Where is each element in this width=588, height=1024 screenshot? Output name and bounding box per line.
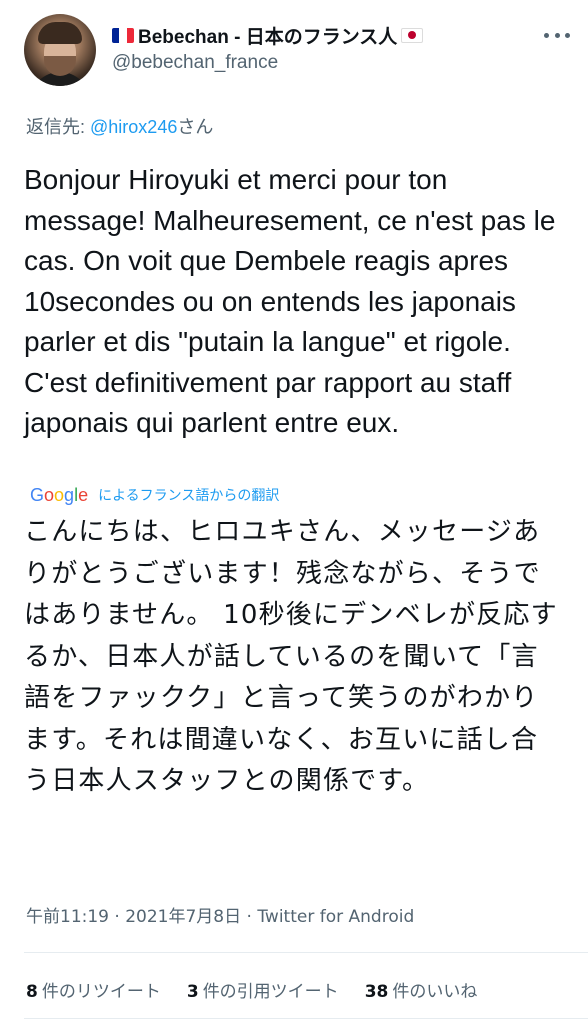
divider: [24, 952, 588, 953]
tweet-text: Bonjour Hiroyuki et merci pour ton messa…: [24, 164, 556, 438]
meta-separator: ·: [109, 907, 126, 927]
meta-separator: ·: [241, 907, 258, 927]
quotes-label: 件の引用ツイート: [202, 982, 339, 1002]
avatar[interactable]: [24, 14, 96, 86]
likes-label: 件のいいね: [392, 982, 478, 1002]
likes-count: 38: [364, 982, 389, 1002]
more-options-button[interactable]: [544, 26, 570, 44]
tweet-header: Bebechan - 日本のフランス人 @bebechan_france: [0, 0, 588, 100]
reply-to-line: 返信先: @hirox246さん: [26, 113, 213, 139]
tweet-time[interactable]: 午前11:19: [26, 907, 109, 927]
retweets-label: 件のリツイート: [41, 982, 161, 1002]
retweets-count: 8: [26, 982, 38, 1002]
reply-prefix: 返信先:: [26, 117, 91, 137]
japan-flag-icon: [401, 27, 424, 43]
retweets-stat[interactable]: 8 件のリツイート: [26, 977, 161, 1002]
translation-label: によるフランス語からの翻訳: [98, 488, 280, 504]
more-dot-icon: [554, 32, 560, 38]
tweet-stats: 8 件のリツイート 3 件の引用ツイート 38 件のいいね: [26, 977, 588, 1002]
france-flag-icon: [112, 27, 134, 43]
google-logo: Google: [30, 484, 89, 505]
tweet-source: Twitter for Android: [257, 907, 415, 927]
tweet-meta: 午前11:19 · 2021年7月8日 · Twitter for Androi…: [26, 902, 414, 927]
quotes-stat[interactable]: 3 件の引用ツイート: [187, 977, 339, 1002]
translation-attribution[interactable]: Google によるフランス語からの翻訳: [30, 484, 279, 506]
translated-text: こんにちは、ヒロユキさん、メッセージありがとうございます！残念ながら、そうではあ…: [24, 517, 558, 796]
likes-stat[interactable]: 38 件のいいね: [365, 977, 478, 1002]
more-dot-icon: [544, 32, 549, 38]
divider: [24, 1018, 588, 1019]
display-name-row[interactable]: Bebechan - 日本のフランス人: [112, 22, 424, 48]
tweet-date[interactable]: 2021年7月8日: [125, 907, 241, 927]
display-name: Bebechan - 日本のフランス人: [138, 26, 398, 48]
reply-suffix: さん: [177, 117, 214, 137]
reply-mention-link[interactable]: @hirox246: [90, 117, 177, 137]
more-dot-icon: [565, 32, 570, 38]
quotes-count: 3: [186, 982, 199, 1002]
avatar-hair: [38, 22, 82, 44]
user-handle[interactable]: @bebechan_france: [112, 52, 278, 74]
